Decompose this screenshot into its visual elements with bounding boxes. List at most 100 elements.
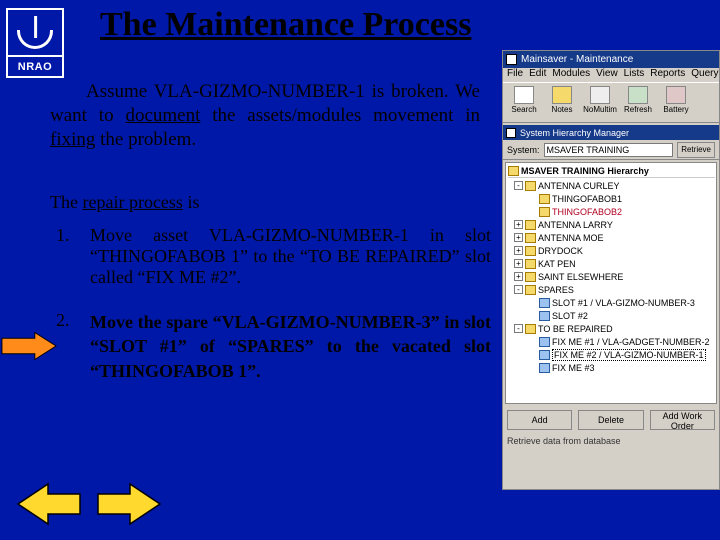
system-row: System: Retrieve (503, 140, 719, 160)
tree-node[interactable]: + SAINT ELSEWHERE (508, 270, 715, 283)
step-text: Move the spare “VLA-GIZMO-NUMBER-3” in s… (90, 310, 491, 383)
tree-node-label: KAT PEN (538, 259, 576, 269)
tree-node[interactable]: FIX ME #1 / VLA-GADGET-NUMBER-2 (508, 335, 715, 348)
app-icon (506, 54, 517, 65)
tree-joint-icon (528, 350, 537, 359)
folder-icon (525, 246, 536, 256)
toolbar-battery-button[interactable]: Battery (659, 86, 693, 119)
folder-icon (525, 324, 536, 334)
slot-icon (539, 298, 550, 308)
toolbar-notes-button[interactable]: Notes (545, 86, 579, 119)
tree-node-label: ANTENNA CURLEY (538, 181, 620, 191)
tree-joint-icon (528, 298, 537, 307)
tree-joint-icon (528, 194, 537, 203)
toolbar-search-button[interactable]: Search (507, 86, 541, 119)
pane-titlebar: System Hierarchy Manager (503, 125, 719, 140)
hierarchy-tree[interactable]: MSAVER TRAINING Hierarchy - ANTENNA CURLE… (505, 162, 717, 404)
menu-edit[interactable]: Edit (529, 68, 546, 82)
tree-node[interactable]: SLOT #1 / VLA-GIZMO-NUMBER-3 (508, 296, 715, 309)
folder-icon (508, 166, 519, 176)
sub-text: The (50, 192, 82, 212)
menu-query[interactable]: Query (691, 68, 718, 82)
block-arrow-right-icon (0, 330, 58, 362)
para-underline-fixing: fixing (50, 129, 95, 150)
expand-icon[interactable]: + (514, 272, 523, 281)
slot-icon (539, 337, 550, 347)
folder-icon (525, 233, 536, 243)
tree-node[interactable]: THINGOFABOB1 (508, 192, 715, 205)
toolbar-refresh-button[interactable]: Refresh (621, 86, 655, 119)
toolbar-label: Refresh (624, 105, 652, 114)
toolbar-label: Notes (552, 105, 573, 114)
tree-node[interactable]: FIX ME #2 / VLA-GIZMO-NUMBER-1 (508, 348, 715, 361)
folder-icon (539, 207, 550, 217)
tree-node[interactable]: THINGOFABOB2 (508, 205, 715, 218)
search-icon (514, 86, 534, 104)
collapse-icon[interactable]: - (514, 285, 523, 294)
step-number: 2. (56, 310, 74, 383)
expand-icon[interactable]: + (514, 220, 523, 229)
next-slide-button[interactable] (94, 480, 164, 528)
tree-node-label: SLOT #1 / VLA-GIZMO-NUMBER-3 (552, 298, 695, 308)
expand-icon[interactable]: + (514, 233, 523, 242)
system-input[interactable] (544, 143, 674, 157)
collapse-icon[interactable]: - (514, 324, 523, 333)
folder-icon (525, 181, 536, 191)
tree-node-label: THINGOFABOB2 (552, 207, 622, 217)
tree-node[interactable]: +DRYDOCK (508, 244, 715, 257)
slot-icon (539, 363, 550, 373)
tree-node-label: SLOT #2 (552, 311, 588, 321)
tree-joint-icon (528, 363, 537, 372)
tree-node[interactable]: -TO BE REPAIRED (508, 322, 715, 335)
sub-underline: repair process (82, 192, 182, 212)
tree-node[interactable]: - ANTENNA CURLEY (508, 179, 715, 192)
step-2: 2. Move the spare “VLA-GIZMO-NUMBER-3” i… (56, 310, 491, 383)
menu-lists[interactable]: Lists (624, 68, 645, 82)
multimedia-icon (590, 86, 610, 104)
slot-icon (539, 350, 550, 360)
collapse-icon[interactable]: - (514, 181, 523, 190)
tree-node-label: FIX ME #3 (552, 363, 595, 373)
menu-reports[interactable]: Reports (650, 68, 685, 82)
tree-node-label: FIX ME #2 / VLA-GIZMO-NUMBER-1 (552, 349, 706, 361)
toolbar-label: Search (511, 105, 536, 114)
logo-text: NRAO (8, 57, 62, 76)
tree-node-label: SPARES (538, 285, 574, 295)
notes-icon (552, 86, 572, 104)
step-text: Move asset VLA-GIZMO-NUMBER-1 in slot “T… (90, 225, 491, 288)
tree-node-label: SAINT ELSEWHERE (538, 272, 623, 282)
tree-node-label: THINGOFABOB1 (552, 194, 622, 204)
tree-joint-icon (528, 311, 537, 320)
slot-icon (539, 311, 550, 321)
menu-view[interactable]: View (596, 68, 618, 82)
tree-node-label: ANTENNA LARRY (538, 220, 613, 230)
retrieve-button[interactable]: Retrieve (677, 142, 715, 158)
tree-node[interactable]: FIX ME #3 (508, 361, 715, 374)
subheading: The repair process is (50, 192, 199, 213)
tree-node[interactable]: SLOT #2 (508, 309, 715, 322)
step-1: 1. Move asset VLA-GIZMO-NUMBER-1 in slot… (56, 225, 491, 288)
menu-file[interactable]: File (507, 68, 523, 82)
steps-list: 1. Move asset VLA-GIZMO-NUMBER-1 in slot… (56, 225, 491, 405)
folder-icon (539, 194, 550, 204)
menu-modules[interactable]: Modules (552, 68, 590, 82)
delete-button[interactable]: Delete (578, 410, 643, 430)
add-button[interactable]: Add (507, 410, 572, 430)
toolbar-nomultim-button[interactable]: NoMultim (583, 86, 617, 119)
tree-node[interactable]: - SPARES (508, 283, 715, 296)
folder-icon (525, 272, 536, 282)
expand-icon[interactable]: + (514, 246, 523, 255)
pane-icon (506, 128, 516, 138)
para-text: the assets/modules movement in (200, 105, 480, 126)
folder-icon (525, 285, 536, 295)
tree-node[interactable]: + ANTENNA LARRY (508, 218, 715, 231)
para-text: the problem. (95, 129, 196, 150)
tree-header: MSAVER TRAINING Hierarchy (521, 166, 649, 176)
tree-node[interactable]: + KAT PEN (508, 257, 715, 270)
prev-slide-button[interactable] (14, 480, 84, 528)
expand-icon[interactable]: + (514, 259, 523, 268)
menubar[interactable]: File Edit Modules View Lists Reports Que… (503, 68, 719, 83)
tree-node[interactable]: +ANTENNA MOE (508, 231, 715, 244)
tree-node-label: FIX ME #1 / VLA-GADGET-NUMBER-2 (552, 337, 710, 347)
add-work-order-button[interactable]: Add Work Order (650, 410, 715, 430)
